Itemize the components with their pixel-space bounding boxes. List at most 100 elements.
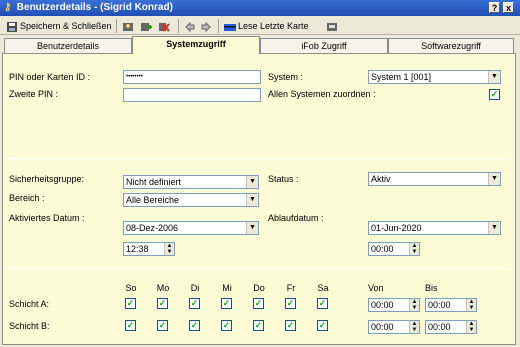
add-user-button[interactable] bbox=[140, 19, 154, 33]
divider bbox=[9, 268, 509, 269]
shift-a-checkbox[interactable]: ✓ bbox=[157, 298, 168, 309]
activated-date-label: Aktiviertes Datum : bbox=[9, 213, 85, 223]
pin-input[interactable]: •••••••• bbox=[123, 70, 261, 84]
card-icon bbox=[224, 23, 236, 31]
tab-strip: Benutzerdetails Systemzugriff iFob Zugri… bbox=[2, 36, 516, 54]
arrow-back-icon bbox=[185, 21, 195, 32]
shift-a-checkbox[interactable]: ✓ bbox=[317, 298, 328, 309]
tab-ifob-access[interactable]: iFob Zugriff bbox=[260, 38, 388, 53]
security-group-select[interactable]: Nicht definiert ▼ bbox=[123, 175, 259, 189]
spinner-icon[interactable]: ▲ ▼ bbox=[466, 299, 476, 311]
second-pin-label: Zweite PIN : bbox=[9, 89, 59, 99]
delete-icon bbox=[159, 22, 170, 32]
spinner-icon[interactable]: ▲ ▼ bbox=[409, 299, 419, 311]
tab-software-access[interactable]: Softwarezugriff bbox=[388, 38, 514, 53]
shift-b-checkbox[interactable]: ✓ bbox=[189, 320, 200, 331]
day-header: Sa bbox=[317, 283, 329, 293]
chevron-down-icon: ▼ bbox=[246, 194, 258, 206]
shift-b-checkbox[interactable]: ✓ bbox=[285, 320, 296, 331]
shift-a-checkbox[interactable]: ✓ bbox=[189, 298, 200, 309]
title-bar: ⚷ Benutzerdetails - (Sigrid Konrad) bbox=[0, 0, 520, 16]
expiry-date-label: Ablaufdatum : bbox=[268, 213, 324, 223]
security-group-label: Sicherheitsgruppe: bbox=[9, 174, 85, 184]
shift-b-to-input[interactable]: 00:00 ▲ ▼ bbox=[425, 320, 477, 334]
status-label: Status : bbox=[268, 174, 299, 184]
area-select[interactable]: Alle Bereiche ▼ bbox=[123, 193, 259, 207]
shift-a-checkbox[interactable]: ✓ bbox=[125, 298, 136, 309]
activated-time-value: 12:38 bbox=[126, 244, 149, 254]
key-icon: ⚷ bbox=[4, 2, 12, 13]
shift-b-checkbox[interactable]: ✓ bbox=[125, 320, 136, 331]
spinner-icon[interactable]: ▲ ▼ bbox=[466, 321, 476, 333]
toolbar: Speichern & Schließen Lese Letzte Karte bbox=[0, 17, 520, 35]
delete-user-button[interactable] bbox=[158, 19, 172, 33]
user-tool-button[interactable] bbox=[122, 19, 136, 33]
shift-a-label: Schicht A: bbox=[9, 299, 50, 309]
day-header: Fr bbox=[286, 283, 296, 293]
system-value: System 1 [001] bbox=[371, 72, 432, 82]
shift-b-from-input[interactable]: 00:00 ▲ ▼ bbox=[368, 320, 420, 334]
chevron-down-icon: ▼ bbox=[246, 176, 258, 188]
chevron-down-icon: ▼ bbox=[246, 222, 258, 234]
activated-date-value: 08-Dez-2006 bbox=[126, 223, 179, 233]
users-icon bbox=[123, 22, 133, 31]
system-access-panel: PIN oder Karten ID : •••••••• Zweite PIN… bbox=[2, 53, 516, 345]
security-group-value: Nicht definiert bbox=[126, 177, 182, 187]
shift-a-checkbox[interactable]: ✓ bbox=[285, 298, 296, 309]
pin-label: PIN oder Karten ID : bbox=[9, 72, 91, 82]
chevron-down-icon: ▼ bbox=[488, 222, 500, 234]
add-user-icon bbox=[141, 22, 152, 31]
status-value: Aktiv bbox=[371, 174, 391, 184]
chevron-down-icon: ▼ bbox=[488, 173, 500, 185]
help-button[interactable]: ? bbox=[489, 2, 500, 13]
system-select[interactable]: System 1 [001] ▼ bbox=[368, 70, 501, 84]
activated-time-input[interactable]: 12:38 ▲ ▼ bbox=[123, 242, 175, 256]
day-header: Do bbox=[253, 283, 265, 293]
close-button[interactable]: x bbox=[503, 2, 514, 13]
shift-a-to-input[interactable]: 00:00 ▲ ▼ bbox=[425, 298, 477, 312]
shift-b-to-value: 00:00 bbox=[428, 322, 451, 332]
shift-a-checkbox[interactable]: ✓ bbox=[221, 298, 232, 309]
expiry-time-input[interactable]: 00:00 ▲ ▼ bbox=[368, 242, 420, 256]
day-header: Mo bbox=[156, 283, 170, 293]
chevron-down-icon: ▼ bbox=[488, 71, 500, 83]
tab-user-details[interactable]: Benutzerdetails bbox=[4, 38, 132, 53]
shift-b-checkbox[interactable]: ✓ bbox=[221, 320, 232, 331]
spinner-icon[interactable]: ▲ ▼ bbox=[409, 243, 419, 255]
back-button[interactable] bbox=[184, 19, 198, 33]
window-title: Benutzerdetails - (Sigrid Konrad) bbox=[16, 2, 173, 13]
shift-a-to-value: 00:00 bbox=[428, 300, 451, 310]
card-reader-icon bbox=[327, 22, 337, 31]
day-header: Di bbox=[190, 283, 200, 293]
arrow-forward-icon bbox=[201, 21, 211, 32]
shift-b-checkbox[interactable]: ✓ bbox=[253, 320, 264, 331]
all-systems-checkbox[interactable]: ✓ bbox=[489, 89, 500, 100]
save-icon bbox=[7, 21, 17, 32]
shift-b-checkbox[interactable]: ✓ bbox=[157, 320, 168, 331]
activated-date-select[interactable]: 08-Dez-2006 ▼ bbox=[123, 221, 259, 235]
system-label: System : bbox=[268, 72, 304, 82]
save-close-button[interactable]: Speichern & Schließen bbox=[6, 19, 112, 33]
read-card-label: Lese Letzte Karte bbox=[238, 21, 309, 31]
shift-a-from-input[interactable]: 00:00 ▲ ▼ bbox=[368, 298, 420, 312]
expiry-time-value: 00:00 bbox=[371, 244, 394, 254]
save-close-label: Speichern & Schließen bbox=[20, 21, 112, 31]
spinner-icon[interactable]: ▲ ▼ bbox=[409, 321, 419, 333]
to-header: Bis bbox=[425, 283, 438, 293]
divider bbox=[9, 158, 509, 159]
shift-a-checkbox[interactable]: ✓ bbox=[253, 298, 264, 309]
status-select[interactable]: Aktiv ▼ bbox=[368, 172, 501, 186]
shift-b-checkbox[interactable]: ✓ bbox=[317, 320, 328, 331]
forward-button[interactable] bbox=[200, 19, 214, 33]
card-tool-button[interactable] bbox=[326, 19, 340, 33]
tab-system-access[interactable]: Systemzugriff bbox=[132, 36, 260, 54]
expiry-date-select[interactable]: 01-Jun-2020 ▼ bbox=[368, 221, 501, 235]
spinner-icon[interactable]: ▲ ▼ bbox=[164, 243, 174, 255]
from-header: Von bbox=[368, 283, 384, 293]
second-pin-input[interactable] bbox=[123, 88, 261, 102]
read-card-button[interactable]: Lese Letzte Karte bbox=[224, 19, 309, 33]
shift-b-from-value: 00:00 bbox=[371, 322, 394, 332]
expiry-date-value: 01-Jun-2020 bbox=[371, 223, 422, 233]
day-header: So bbox=[125, 283, 137, 293]
area-label: Bereich : bbox=[9, 193, 45, 203]
